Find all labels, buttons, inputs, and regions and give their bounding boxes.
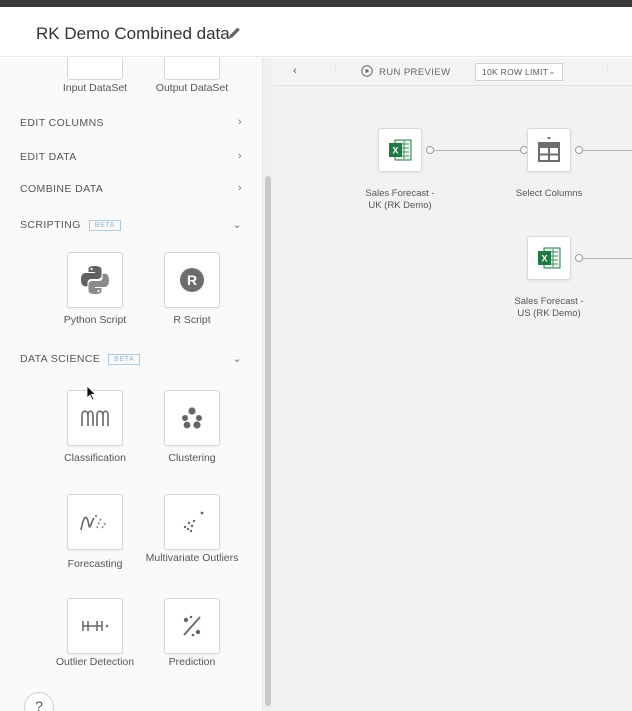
svg-text:X: X — [541, 254, 547, 264]
page-title: RK Demo Combined data — [36, 24, 230, 43]
tile-label: Python Script — [63, 314, 127, 326]
node-select-columns[interactable] — [527, 128, 571, 172]
select-columns-icon — [538, 137, 560, 162]
tile-label: Prediction — [168, 656, 216, 668]
connection-line — [583, 258, 632, 259]
scrollbar-thumb[interactable] — [265, 176, 271, 706]
section-data-science[interactable]: DATA SCIENCE BETA ⌄ — [20, 349, 242, 369]
section-label: EDIT DATA — [20, 151, 77, 163]
workflow-canvas[interactable] — [273, 58, 632, 711]
input-dataset-tile[interactable] — [67, 58, 123, 80]
chevron-right-icon: › — [237, 182, 242, 194]
r-script-tile[interactable]: R — [164, 252, 220, 308]
toolbar-divider: ⋮ — [603, 62, 613, 73]
multivariate-outliers-icon — [183, 511, 204, 533]
run-preview-label: RUN PREVIEW — [379, 67, 451, 78]
section-label: EDIT COLUMNS — [20, 117, 104, 129]
section-label: DATA SCIENCE — [20, 353, 101, 365]
tile-label: R Script — [173, 314, 211, 326]
python-icon — [81, 266, 109, 294]
row-limit-value: 10K ROW LIMIT — [482, 67, 549, 77]
section-label: SCRIPTING — [20, 219, 81, 231]
chevron-down-icon: ⌄ — [548, 66, 556, 76]
canvas-toolbar: ‹ ⋮ RUN PREVIEW 10K ROW LIMIT ⌄ ⋮ — [273, 58, 632, 86]
play-icon — [361, 65, 373, 77]
prediction-icon — [183, 615, 201, 637]
forecasting-icon — [80, 515, 107, 531]
forecasting-tile[interactable] — [67, 494, 123, 550]
tile-label: Outlier Detection — [55, 656, 135, 668]
svg-text:R: R — [187, 272, 197, 288]
tile-label: Classification — [64, 452, 126, 464]
mouse-cursor-icon — [86, 385, 96, 401]
multivariate-outliers-tile[interactable] — [164, 494, 220, 550]
chevron-right-icon: › — [237, 150, 242, 162]
pencil-icon — [229, 27, 240, 38]
node-label-line: UK (RK Demo) — [368, 200, 432, 211]
collapse-sidebar-button[interactable]: ‹ — [293, 63, 297, 77]
section-label: COMBINE DATA — [20, 183, 104, 195]
clustering-icon — [182, 407, 202, 429]
connection-line — [583, 150, 632, 151]
chevron-right-icon: › — [237, 116, 242, 128]
output-port[interactable] — [575, 146, 583, 154]
connection-line — [434, 150, 522, 151]
r-icon: R — [180, 268, 204, 292]
node-label-line: Select Columns — [515, 188, 583, 199]
node-sales-forecast-uk[interactable]: X — [378, 128, 422, 172]
node-label-line: Sales Forecast - — [514, 296, 584, 307]
sidebar-scrollbar[interactable] — [262, 58, 273, 711]
tile-label: Forecasting — [67, 558, 123, 570]
beta-badge: BETA — [108, 353, 141, 365]
row-limit-select[interactable]: 10K ROW LIMIT ⌄ — [475, 63, 563, 81]
excel-icon: X — [389, 139, 412, 161]
tile-label: Input DataSet — [62, 82, 128, 94]
node-sales-forecast-us[interactable]: X — [527, 236, 571, 280]
edit-title-button[interactable] — [226, 24, 244, 42]
tile-label: Clustering — [168, 452, 216, 464]
header: RK Demo Combined data — [0, 7, 632, 57]
output-port[interactable] — [426, 146, 434, 154]
node-label-line: US (RK Demo) — [517, 308, 581, 319]
chevron-down-icon: ⌄ — [232, 219, 242, 231]
output-dataset-tile[interactable] — [164, 58, 220, 80]
python-script-tile[interactable] — [67, 252, 123, 308]
beta-badge: BETA — [88, 219, 121, 231]
tile-label: Multivariate Outliers — [145, 552, 239, 564]
node-label-line: Sales Forecast - — [365, 188, 435, 199]
sidebar: Input DataSet Output DataSet EDIT COLUMN… — [0, 58, 262, 711]
node-label: Sales Forecast - US (RK Demo) — [499, 296, 599, 320]
output-port[interactable] — [575, 254, 583, 262]
section-combine-data[interactable]: COMBINE DATA › — [20, 179, 242, 199]
toolbar-divider: ⋮ — [331, 62, 341, 73]
section-edit-data[interactable]: EDIT DATA › — [20, 147, 242, 167]
run-preview-button[interactable]: RUN PREVIEW — [361, 65, 450, 78]
tile-label: Output DataSet — [155, 82, 229, 94]
top-strip — [0, 0, 632, 7]
outlier-detection-tile[interactable] — [67, 598, 123, 654]
node-label: Sales Forecast - UK (RK Demo) — [350, 188, 450, 212]
outlier-detection-icon — [82, 621, 109, 631]
section-edit-columns[interactable]: EDIT COLUMNS › — [20, 113, 242, 133]
section-scripting[interactable]: SCRIPTING BETA ⌄ — [20, 215, 242, 235]
clustering-tile[interactable] — [164, 390, 220, 446]
classification-icon — [81, 410, 109, 426]
prediction-tile[interactable] — [164, 598, 220, 654]
node-label: Select Columns — [499, 188, 599, 200]
chevron-down-icon: ⌄ — [232, 353, 242, 365]
excel-icon: X — [538, 247, 561, 269]
svg-text:X: X — [392, 146, 398, 156]
